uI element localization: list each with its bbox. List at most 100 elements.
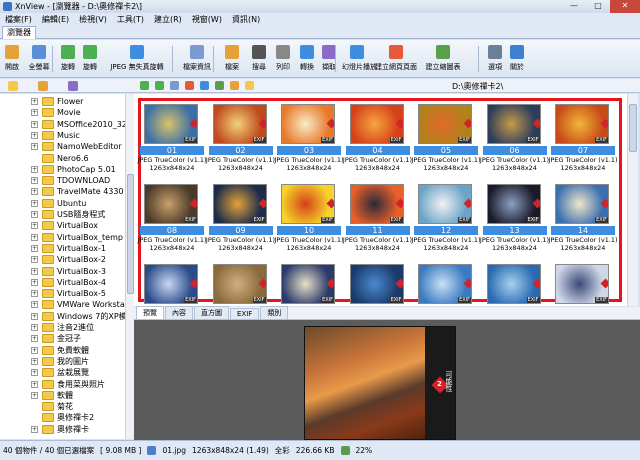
menu-item-2[interactable]: 檢視(V) <box>74 14 112 25</box>
thumbnail-image[interactable]: EXIF <box>212 184 267 224</box>
tree-item[interactable]: Nero6.6 <box>0 153 89 164</box>
thumbnail-item[interactable]: EXIF 05 JPEG TrueColor (v1.1) 1263x848x24 <box>411 102 481 172</box>
toolbar-button-4[interactable]: JPEG 無失真旋轉 <box>104 43 170 77</box>
tree-item[interactable]: + VMWare Workstation <box>0 299 125 310</box>
thumbnail-item[interactable]: EXIF 14 JPEG TrueColor (v1.1) 1263x848x24 <box>548 182 618 252</box>
thumbnail-image[interactable]: EXIF <box>144 104 198 144</box>
current-path[interactable]: D:\奧修禪卡2\ <box>452 81 503 92</box>
tree-item[interactable]: + MSOffice2010_32 <box>0 119 125 130</box>
up-folder-icon[interactable] <box>170 81 179 90</box>
favorite-star-icon[interactable] <box>245 81 254 90</box>
menu-item-0[interactable]: 檔案(F) <box>0 14 37 25</box>
toolbar-button-13[interactable]: 建立縮圖表 <box>420 43 466 77</box>
forward-icon[interactable] <box>155 81 164 90</box>
thumbnail-image[interactable]: EXIF <box>144 184 198 224</box>
minimize-button[interactable]: — <box>562 0 586 13</box>
thumbnail-image[interactable]: EXIF <box>144 264 198 304</box>
expand-icon[interactable]: + <box>31 324 38 331</box>
tree-item[interactable]: + NamoWebEditor <box>0 141 122 152</box>
expand-icon[interactable]: + <box>31 391 38 399</box>
expand-icon[interactable]: + <box>31 211 38 218</box>
tree-item[interactable]: + VirtualBox-2 <box>0 254 106 265</box>
thumbnail-image[interactable]: EXIF <box>349 104 404 144</box>
tree-item[interactable]: + Ubuntu <box>0 198 86 209</box>
expand-icon[interactable]: + <box>31 357 38 365</box>
menu-item-1[interactable]: 編輯(E) <box>37 14 74 25</box>
toolbar-button-14[interactable]: 選項 <box>486 43 504 77</box>
tab-browser[interactable]: 瀏覽器 <box>2 26 36 39</box>
tree-item[interactable]: + TDOWNLOAD <box>0 175 110 186</box>
back-icon[interactable] <box>140 81 149 90</box>
thumbnail-image[interactable]: EXIF <box>349 184 404 224</box>
toolbar-button-11[interactable]: 幻燈片播放 <box>342 43 377 77</box>
thumbnail-image[interactable]: EXIF <box>281 184 335 224</box>
menu-item-6[interactable]: 資訊(N) <box>227 14 265 25</box>
thumbnail-image[interactable]: EXIF <box>281 264 335 304</box>
thumbnail-image[interactable]: EXIF <box>281 104 335 144</box>
thumbnail-image[interactable]: EXIF <box>555 184 609 224</box>
preview-tab-1[interactable]: 內容 <box>165 306 193 319</box>
expand-icon[interactable]: + <box>31 109 38 117</box>
thumbnail-item[interactable]: EXIF 03 JPEG TrueColor (v1.1) 1263x848x24 <box>274 102 344 172</box>
expand-icon[interactable]: + <box>31 369 38 377</box>
expand-icon[interactable]: + <box>31 256 38 264</box>
tree-item[interactable]: 奧修禪卡2 <box>0 412 94 423</box>
thumbnail-image[interactable]: EXIF <box>418 104 472 144</box>
expand-icon[interactable]: + <box>31 120 38 128</box>
tree-item[interactable]: + VirtualBox-5 <box>0 288 106 299</box>
expand-icon[interactable]: + <box>31 244 38 252</box>
browser-scrollbar[interactable] <box>627 94 638 306</box>
preview-tab-0[interactable]: 預覽 <box>136 306 164 319</box>
expand-icon[interactable]: + <box>31 98 38 105</box>
thumbnail-item[interactable]: EXIF 09 JPEG TrueColor (v1.1) 1263x848x24 <box>206 182 275 252</box>
thumbnail-image[interactable]: EXIF <box>486 104 541 144</box>
refresh-icon[interactable] <box>185 81 194 90</box>
thumbnail-image[interactable]: EXIF <box>212 264 267 304</box>
tree-item[interactable]: 菊花 <box>0 401 73 412</box>
tree-item[interactable]: + TravelMate 4330 <box>0 186 124 197</box>
menu-item-5[interactable]: 視窗(W) <box>187 14 227 25</box>
tree-item[interactable]: + 奧修禪卡 <box>0 424 89 435</box>
tree-item[interactable]: + 金冠子 <box>0 333 81 344</box>
tree-item[interactable]: + Music <box>0 130 80 141</box>
toolbar-button-1[interactable]: 全螢幕 <box>26 43 52 77</box>
expand-icon[interactable]: + <box>31 131 38 139</box>
thumbnail-image[interactable]: EXIF <box>555 264 609 304</box>
toolbar-button-3[interactable]: 旋轉 <box>80 43 100 77</box>
tree-item[interactable]: + 食用菜與照片 <box>0 379 105 390</box>
expand-icon[interactable]: + <box>31 222 38 230</box>
thumbnail-item[interactable]: EXIF 11 JPEG TrueColor (v1.1) 1263x848x24 <box>343 182 412 252</box>
menu-item-4[interactable]: 建立(R) <box>149 14 187 25</box>
tree-item[interactable]: + VirtualBox-1 <box>0 243 106 254</box>
tree-item[interactable]: + PhotoCap 5.01 <box>0 164 116 175</box>
favorites-icon[interactable] <box>38 80 48 91</box>
thumbnail-image[interactable]: EXIF <box>349 264 404 304</box>
toolbar-button-12[interactable]: 建立網頁頁面 <box>374 43 418 77</box>
expand-icon[interactable]: + <box>31 335 38 343</box>
tree-item[interactable]: + 注音2進位 <box>0 322 94 333</box>
tree-item[interactable]: + 軟體 <box>0 390 73 401</box>
expand-icon[interactable]: + <box>31 380 38 388</box>
thumbnail-item[interactable]: EXIF 12 JPEG TrueColor (v1.1) 1263x848x24 <box>411 182 481 252</box>
thumbnail-item[interactable]: EXIF 02 JPEG TrueColor (v1.1) 1263x848x24 <box>206 102 275 172</box>
expand-icon[interactable]: + <box>31 346 38 354</box>
tree-item[interactable]: + VirtualBox <box>0 220 98 231</box>
view-mode-icon[interactable] <box>200 81 209 90</box>
thumbnail-item[interactable]: EXIF 08 JPEG TrueColor (v1.1) 1263x848x24 <box>137 182 207 252</box>
toolbar-button-15[interactable]: 關於 <box>508 43 526 77</box>
expand-icon[interactable]: + <box>31 143 38 151</box>
tree-item[interactable]: + Movie <box>0 107 81 118</box>
expand-icon[interactable]: + <box>31 278 38 286</box>
toolbar-button-2[interactable]: 旋轉 <box>58 43 78 77</box>
menu-item-3[interactable]: 工具(T) <box>112 14 149 25</box>
expand-icon[interactable]: + <box>31 199 38 207</box>
toolbar-button-7[interactable]: 搜尋 <box>249 43 269 77</box>
tree-item[interactable]: + Flower <box>0 96 83 107</box>
toolbar-button-0[interactable]: 開啟 <box>2 43 22 77</box>
tree-item[interactable]: + 盆栽展覽 <box>0 367 89 378</box>
toolbar-button-5[interactable]: 檔案資訊 <box>178 43 216 77</box>
preview-tab-3[interactable]: EXIF <box>230 308 260 319</box>
tree-item[interactable]: + 我的圖片 <box>0 356 89 367</box>
expand-icon[interactable]: + <box>31 233 38 241</box>
tree-item[interactable]: + VirtualBox-4 <box>0 277 106 288</box>
